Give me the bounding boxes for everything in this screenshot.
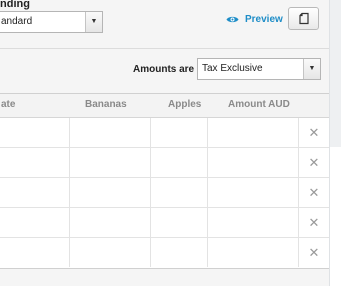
chevron-down-icon[interactable]: ▼ [303,59,320,79]
rate-cell[interactable] [0,118,70,147]
copy-icon [298,12,309,25]
close-icon[interactable]: ✕ [307,216,321,230]
apples-cell[interactable] [151,208,208,237]
bananas-cell[interactable] [70,178,151,207]
section-divider [0,48,329,49]
amount-cell[interactable] [208,118,299,147]
bananas-cell[interactable] [70,148,151,177]
bananas-cell[interactable] [70,208,151,237]
amount-cell[interactable] [208,238,299,267]
rate-cell[interactable] [0,208,70,237]
apples-cell[interactable] [151,238,208,267]
column-header-rate: ate [1,99,16,110]
column-header-amount: Amount AUD [228,99,290,110]
copy-button[interactable] [288,7,319,30]
amounts-select-value: Tax Exclusive [202,63,263,74]
branding-label: nding [0,0,30,10]
close-icon[interactable]: ✕ [307,186,321,200]
column-header-apples: Apples [168,99,202,110]
table-row: ✕ [0,178,329,208]
table-row: ✕ [0,148,329,178]
apples-cell[interactable] [151,118,208,147]
amount-cell[interactable] [208,208,299,237]
close-icon[interactable]: ✕ [307,156,321,170]
rate-cell[interactable] [0,178,70,207]
line-items-table: ate Bananas Apples Amount AUD ✕ ✕ ✕ ✕ ✕ [0,93,329,269]
close-icon[interactable]: ✕ [307,126,321,140]
branding-theme-select[interactable]: andard ▼ [0,11,103,33]
preview-label: Preview [245,13,283,25]
amount-cell[interactable] [208,148,299,177]
table-row: ✕ [0,238,329,268]
apples-cell[interactable] [151,178,208,207]
bananas-cell[interactable] [70,118,151,147]
amounts-tax-select[interactable]: Tax Exclusive ▼ [197,58,321,80]
apples-cell[interactable] [151,148,208,177]
bananas-cell[interactable] [70,238,151,267]
chevron-down-icon[interactable]: ▼ [85,12,102,32]
panel-edge [329,0,341,286]
panel-edge-lower [330,147,341,286]
close-icon[interactable]: ✕ [307,246,321,260]
rate-cell[interactable] [0,238,70,267]
rate-cell[interactable] [0,148,70,177]
branding-select-value: andard [1,16,33,27]
table-row: ✕ [0,208,329,238]
eye-icon [226,16,239,22]
column-header-bananas: Bananas [85,99,127,110]
invoice-settings-panel: nding andard ▼ Preview Amounts are Tax E… [0,0,329,286]
amounts-are-label: Amounts are [133,64,195,75]
amount-cell[interactable] [208,178,299,207]
table-header: ate Bananas Apples Amount AUD [0,94,329,118]
table-row: ✕ [0,118,329,148]
preview-link[interactable]: Preview [226,12,283,26]
